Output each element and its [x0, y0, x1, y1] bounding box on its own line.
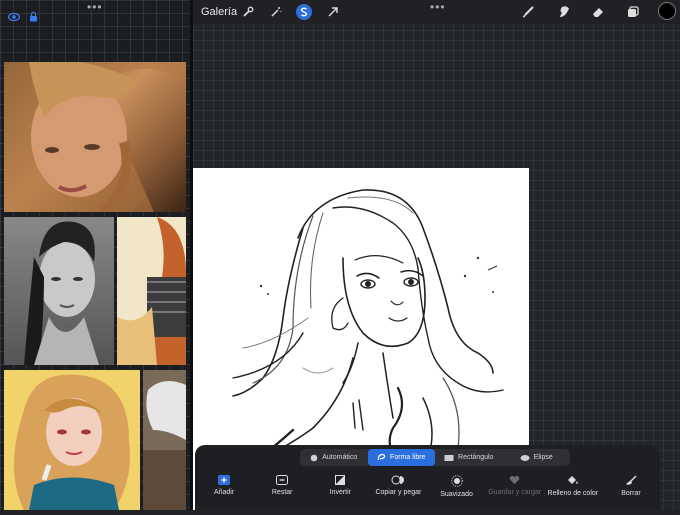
brush-icon[interactable] [520, 4, 536, 20]
invert-icon [335, 475, 346, 485]
drag-handle-icon[interactable]: ••• [430, 1, 446, 13]
feather-button[interactable]: Suavizado [428, 475, 486, 507]
selection-mode-selector: Automático Forma libre Rectángulo Elipse [300, 449, 570, 466]
illustration-white-hair [143, 370, 186, 510]
tool-label: Invertir [329, 489, 352, 496]
canvas-area: Galería ••• [193, 0, 680, 512]
portrait-woman-looking-up [4, 62, 186, 212]
fill-icon [567, 476, 578, 484]
tool-label: Relleno de color [547, 490, 599, 497]
illustration-blonde-girl [4, 370, 140, 510]
circle-icon [310, 454, 318, 461]
mode-automatico[interactable]: Automático [300, 449, 368, 466]
tool-label: Guardar y cargar [488, 489, 542, 496]
tool-label: Restar [271, 489, 293, 496]
eraser-icon[interactable] [590, 4, 606, 20]
mode-label: Forma libre [390, 454, 426, 461]
save-load-button[interactable]: Guardar y cargar [486, 475, 544, 507]
copy-paste-icon [391, 475, 405, 485]
subtract-icon [276, 475, 289, 485]
mode-label: Automático [322, 454, 358, 461]
heart-icon [509, 475, 520, 484]
tool-label: Añadir [213, 489, 235, 496]
portrait-woman-grayscale [4, 217, 114, 365]
selection-s-icon[interactable] [296, 4, 312, 20]
tool-label: Copiar y pegar [375, 489, 422, 496]
add-button[interactable]: Añadir [195, 475, 253, 507]
tool-label: Suavizado [440, 491, 473, 498]
mode-forma-libre[interactable]: Forma libre [367, 449, 435, 466]
feather-icon [450, 475, 463, 487]
selection-panel: Automático Forma libre Rectángulo Elipse… [195, 445, 660, 510]
mode-label: Rectángulo [458, 454, 494, 461]
gallery-button[interactable]: Galería [201, 6, 237, 18]
color-swatch-icon[interactable] [658, 2, 676, 20]
reference-panel: ••• [0, 0, 190, 510]
color-fill-button[interactable]: Relleno de color [544, 475, 602, 507]
add-icon [218, 475, 231, 485]
eye-icon[interactable] [7, 9, 21, 27]
layers-icon[interactable] [625, 4, 641, 20]
clear-icon [625, 475, 637, 485]
rectangle-icon [444, 454, 454, 461]
copy-paste-button[interactable]: Copiar y pegar [369, 475, 427, 507]
tool-label: Borrar [621, 490, 641, 497]
mode-rectangulo[interactable]: Rectángulo [435, 449, 503, 466]
top-toolbar: Galería ••• [193, 0, 680, 24]
lasso-icon [377, 453, 386, 461]
smudge-icon[interactable] [556, 4, 572, 20]
subtract-button[interactable]: Restar [253, 475, 311, 507]
lock-icon[interactable] [29, 9, 38, 27]
mode-label: Elipse [533, 454, 553, 461]
illustration-redhead [117, 217, 186, 365]
wrench-icon[interactable] [240, 4, 256, 20]
magic-wand-icon[interactable] [268, 4, 284, 20]
clear-button[interactable]: Borrar [602, 475, 660, 507]
invert-button[interactable]: Invertir [311, 475, 369, 507]
mode-elipse[interactable]: Elipse [503, 449, 571, 466]
drag-handle-icon[interactable]: ••• [87, 1, 103, 13]
selection-tools: Añadir Restar Invertir Copiar y pegar Su… [195, 475, 660, 507]
arrow-transform-icon[interactable] [325, 4, 341, 20]
ellipse-icon [520, 454, 530, 461]
